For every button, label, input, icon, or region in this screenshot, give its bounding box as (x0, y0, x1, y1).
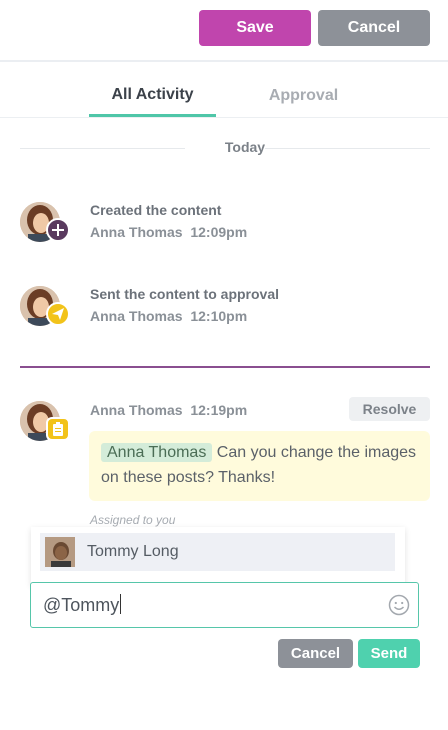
plus-icon (46, 218, 70, 242)
mention-tag[interactable]: Anna Thomas (101, 443, 213, 462)
paper-plane-icon (46, 302, 70, 326)
day-label: Today (224, 139, 266, 155)
cancel-button[interactable]: Cancel (318, 10, 430, 46)
activity-time: 12:09pm (190, 224, 248, 240)
comment-author: Anna Thomas (90, 402, 183, 418)
activity-tabs: All Activity Approval (0, 76, 448, 118)
activity-time: 12:10pm (190, 308, 248, 324)
activity-meta: Anna Thomas 12:10pm (90, 308, 247, 324)
reply-input[interactable]: @Tommy (30, 582, 419, 628)
comment-bubble: Anna Thomas Can you change the images on… (89, 431, 430, 501)
tab-approval[interactable]: Approval (240, 76, 367, 116)
emoji-icon[interactable] (388, 594, 410, 616)
mention-dropdown: Tommy Long (31, 527, 405, 585)
activity-text: Sent the content to approval (90, 286, 280, 302)
day-separator-line-right (265, 148, 430, 149)
clipboard-icon (46, 417, 70, 441)
activity-meta: Anna Thomas 12:09pm (90, 224, 247, 240)
mention-suggestion[interactable]: Tommy Long (40, 533, 395, 571)
reply-cancel-button[interactable]: Cancel (278, 639, 353, 668)
mention-suggestion-name: Tommy Long (87, 543, 179, 560)
comment-meta: Anna Thomas 12:19pm (90, 402, 247, 418)
comments-divider (20, 366, 430, 368)
day-separator: Today (20, 137, 430, 159)
resolve-button[interactable]: Resolve (349, 397, 430, 421)
activity-text: Created the content (90, 202, 222, 218)
top-toolbar: Save Cancel (0, 0, 448, 62)
day-separator-line-left (20, 148, 185, 149)
activity-author: Anna Thomas (90, 224, 183, 240)
assigned-label: Assigned to you (90, 513, 176, 527)
send-button[interactable]: Send (358, 639, 420, 668)
comment-time: 12:19pm (190, 402, 248, 418)
save-button[interactable]: Save (199, 10, 311, 46)
reply-input-text[interactable]: @Tommy (43, 594, 122, 616)
tab-all-activity[interactable]: All Activity (89, 76, 216, 117)
activity-author: Anna Thomas (90, 308, 183, 324)
avatar (45, 537, 75, 567)
